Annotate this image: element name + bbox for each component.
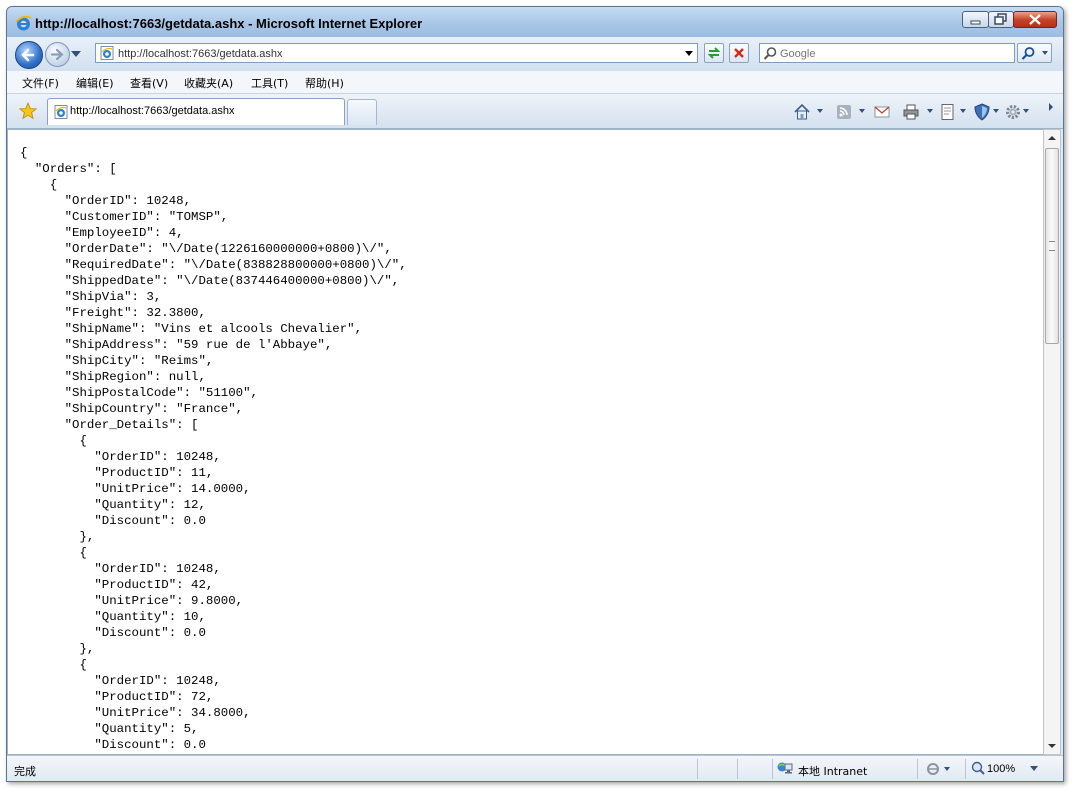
tab-getdata[interactable]: http://localhost:7663/getdata.ashx <box>47 98 345 125</box>
maximize-button[interactable] <box>988 11 1014 28</box>
refresh-icon <box>707 47 721 59</box>
minimize-icon <box>970 20 981 25</box>
forward-button[interactable] <box>45 42 70 67</box>
scroll-down-icon[interactable] <box>1044 737 1060 754</box>
menu-favorites[interactable]: 收藏夹(A) <box>184 75 233 91</box>
status-divider <box>772 759 773 779</box>
intranet-zone-icon <box>777 762 793 774</box>
status-text: 完成 <box>14 765 36 778</box>
scroll-grip-icon <box>1049 241 1055 251</box>
status-bar: 完成 本地 Intranet 100% <box>7 755 1063 781</box>
search-go-button[interactable] <box>1017 43 1052 63</box>
arrow-left-icon <box>21 48 35 62</box>
minimize-button[interactable] <box>962 11 989 28</box>
new-tab-button[interactable] <box>347 99 377 125</box>
page-dropdown[interactable] <box>960 109 966 113</box>
home-dropdown[interactable] <box>817 109 823 113</box>
gear-icon[interactable] <box>1004 103 1022 121</box>
page-icon <box>100 46 114 60</box>
page-icon <box>54 105 68 119</box>
search-input[interactable] <box>780 46 1010 61</box>
status-divider <box>697 759 698 779</box>
scroll-up-icon[interactable] <box>1044 130 1060 147</box>
favorites-star-icon[interactable] <box>19 102 37 120</box>
zoom-magnifier-icon <box>971 761 985 775</box>
address-bar <box>95 43 698 63</box>
status-divider <box>737 759 738 779</box>
menu-bar: 文件(F) 编辑(E) 查看(V) 收藏夹(A) 工具(T) 帮助(H) <box>7 71 1063 94</box>
menu-file[interactable]: 文件(F) <box>22 75 59 91</box>
menu-tools[interactable]: 工具(T) <box>251 75 288 91</box>
scroll-thumb[interactable] <box>1045 148 1059 344</box>
rss-feed-icon[interactable] <box>836 103 852 121</box>
back-button[interactable] <box>15 41 43 69</box>
protected-mode-icon[interactable] <box>925 761 951 777</box>
search-options-dropdown[interactable] <box>1042 51 1048 55</box>
feeds-dropdown[interactable] <box>859 109 865 113</box>
arrow-right-icon <box>50 48 64 61</box>
status-divider <box>965 759 966 779</box>
window-title: http://localhost:7663/getdata.ashx - Mic… <box>35 16 423 31</box>
close-button[interactable] <box>1013 11 1057 28</box>
vertical-scrollbar[interactable] <box>1043 129 1061 755</box>
print-dropdown[interactable] <box>927 109 933 113</box>
home-icon[interactable] <box>793 103 811 121</box>
address-input[interactable] <box>118 46 678 61</box>
ie-logo-icon <box>15 15 32 31</box>
navigation-bar <box>7 37 1063 71</box>
tools-dropdown[interactable] <box>1023 109 1029 113</box>
page-content: { "Orders": [ { "OrderID": 10248, "Custo… <box>7 129 1043 755</box>
search-box <box>759 43 1015 63</box>
refresh-button[interactable] <box>704 43 724 63</box>
stop-button[interactable] <box>729 43 749 63</box>
tab-label: http://localhost:7663/getdata.ashx <box>70 105 235 117</box>
safety-dropdown[interactable] <box>993 109 999 113</box>
browser-window: http://localhost:7663/getdata.ashx - Mic… <box>6 6 1064 782</box>
restore-icon <box>994 13 1007 25</box>
stop-icon <box>734 48 744 58</box>
menu-help[interactable]: 帮助(H) <box>305 75 344 91</box>
print-icon[interactable] <box>902 103 920 121</box>
address-dropdown[interactable] <box>685 51 693 56</box>
title-bar: http://localhost:7663/getdata.ashx - Mic… <box>7 7 1063 37</box>
close-icon <box>1029 14 1041 25</box>
read-mail-icon[interactable] <box>874 103 890 121</box>
menu-view[interactable]: 查看(V) <box>130 75 168 91</box>
zoom-dropdown[interactable] <box>1030 766 1038 771</box>
menu-edit[interactable]: 编辑(E) <box>76 75 114 91</box>
page-menu-icon[interactable] <box>939 103 957 121</box>
zoom-level[interactable]: 100% <box>987 763 1015 775</box>
safety-shield-icon[interactable] <box>974 103 990 121</box>
recent-pages-dropdown[interactable] <box>71 51 81 57</box>
magnifier-icon <box>1021 47 1035 60</box>
search-icon <box>763 47 777 60</box>
status-divider <box>917 759 918 779</box>
security-zone-label: 本地 Intranet <box>798 765 868 778</box>
chevron-right-icon[interactable] <box>1047 102 1055 112</box>
tab-bar: http://localhost:7663/getdata.ashx <box>7 94 1063 129</box>
json-response-text: { "Orders": [ { "OrderID": 10248, "Custo… <box>20 146 407 752</box>
